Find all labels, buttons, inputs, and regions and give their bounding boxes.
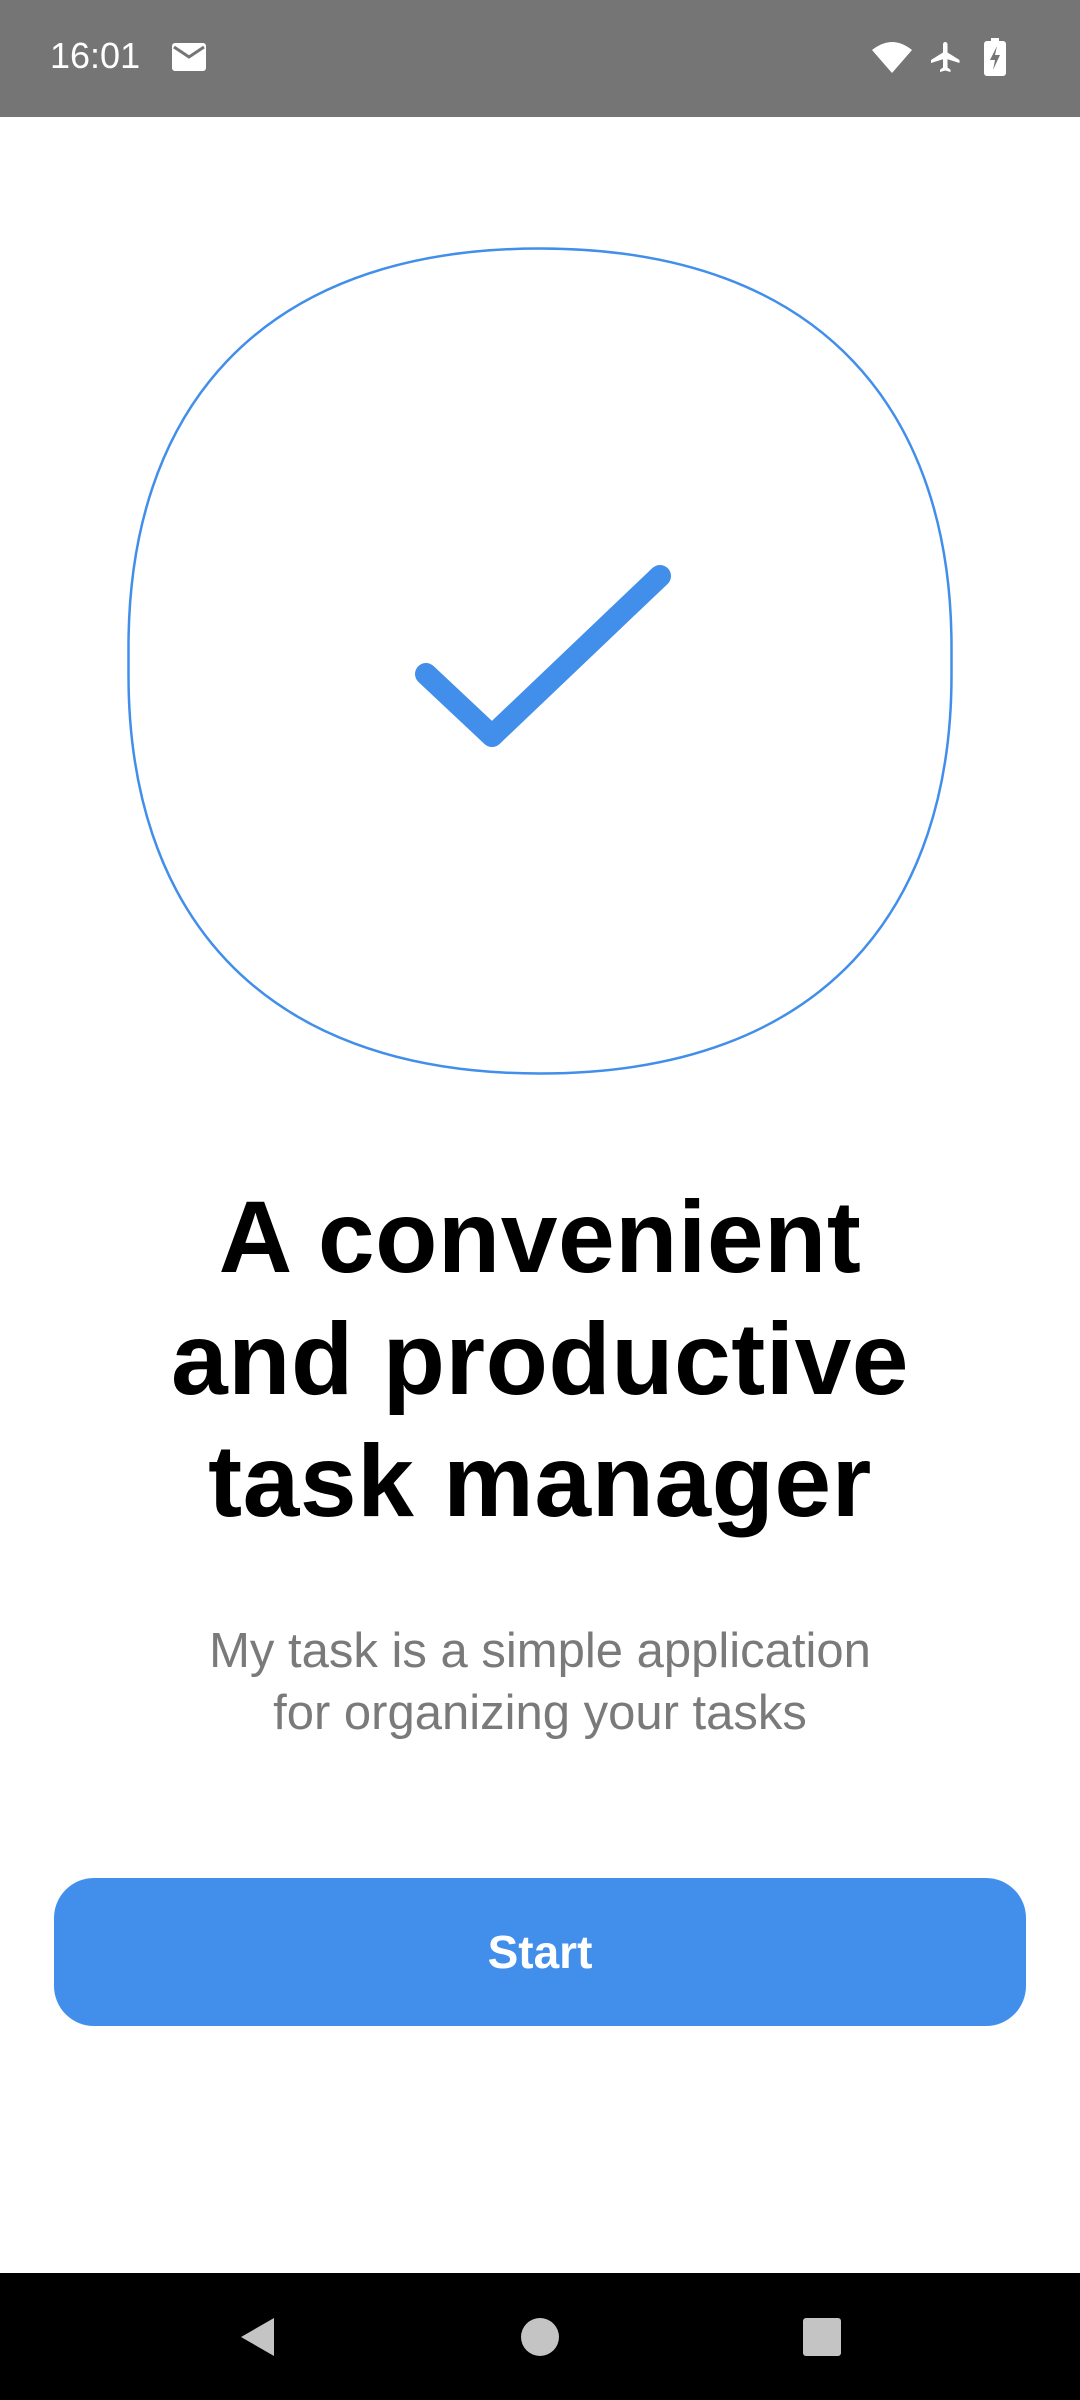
recents-icon bbox=[803, 2317, 841, 2356]
checkmark-illustration bbox=[127, 247, 953, 1075]
recents-button[interactable] bbox=[752, 2273, 892, 2400]
mail-icon bbox=[172, 43, 206, 76]
headline-line-1: A convenient bbox=[218, 1180, 862, 1294]
checkmark-icon bbox=[415, 565, 671, 747]
back-button[interactable] bbox=[188, 2273, 328, 2400]
headline-line-3: task manager bbox=[208, 1424, 872, 1538]
headline: A convenient and productive task manager bbox=[60, 1176, 1020, 1542]
subtitle-line-2: for organizing your tasks bbox=[273, 1686, 807, 1740]
home-button[interactable] bbox=[470, 2273, 610, 2400]
airplane-icon bbox=[928, 39, 964, 80]
home-icon bbox=[521, 2317, 559, 2356]
headline-line-2: and productive bbox=[170, 1302, 910, 1416]
status-bar: 16:01 bbox=[0, 0, 1080, 117]
status-time: 16:01 bbox=[50, 35, 141, 76]
squircle-outline bbox=[127, 247, 953, 1075]
wifi-icon bbox=[872, 40, 912, 79]
start-button[interactable]: Start bbox=[54, 1878, 1026, 2026]
subtitle: My task is a simple application for orga… bbox=[60, 1620, 1020, 1744]
subtitle-line-1: My task is a simple application bbox=[209, 1624, 871, 1678]
back-icon bbox=[241, 2317, 274, 2356]
onboarding-screen: 16:01 A convenient and productive task m… bbox=[0, 0, 1080, 2400]
battery-charging-icon bbox=[984, 38, 1006, 81]
navigation-bar bbox=[0, 2273, 1080, 2400]
